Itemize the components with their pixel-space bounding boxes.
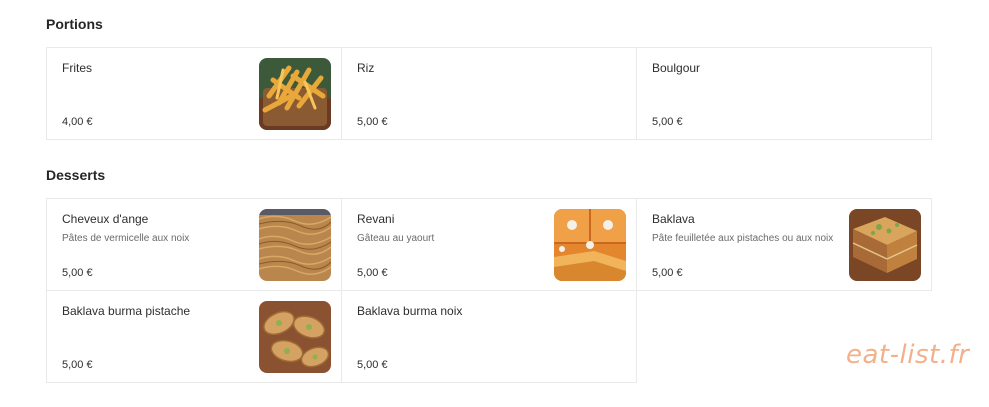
item-name: Baklava burma noix [357,304,463,318]
menu-item-frites[interactable]: Frites 4,00 € [46,47,342,140]
revani-cake-photo [554,209,626,281]
item-price: 5,00 € [652,116,683,128]
burma-baklava-photo [259,301,331,373]
item-price: 5,00 € [62,359,93,371]
menu-item-riz[interactable]: Riz 5,00 € [341,47,637,140]
desserts-grid: Cheveux d'ange Pâtes de vermicelle aux n… [46,198,932,383]
menu-item-revani[interactable]: Revani Gâteau au yaourt 5,00 € [341,198,637,291]
section-title-portions: Portions [46,16,103,32]
item-name: Cheveux d'ange [62,212,149,226]
item-name: Boulgour [652,61,701,75]
item-name: Frites [62,61,92,75]
item-price: 5,00 € [357,116,388,128]
menu-item-cheveux-dange[interactable]: Cheveux d'ange Pâtes de vermicelle aux n… [46,198,342,291]
item-name: Baklava [652,212,695,226]
item-price: 5,00 € [652,267,683,279]
baklava-photo [849,209,921,281]
item-description: Pâte feuilletée aux pistaches ou aux noi… [652,233,834,244]
menu-item-boulgour[interactable]: Boulgour 5,00 € [636,47,932,140]
item-name: Riz [357,61,375,75]
fries-photo [259,58,331,130]
portions-grid: Frites 4,00 € Riz 5,00 € Boulgour 5,00 € [46,47,932,140]
item-description: Pâtes de vermicelle aux noix [62,233,190,244]
menu-item-baklava-burma-pistache[interactable]: Baklava burma pistache 5,00 € [46,290,342,383]
item-price: 4,00 € [62,116,93,128]
item-name: Revani [357,212,395,226]
site-watermark: eat-list.fr [846,340,970,370]
item-price: 5,00 € [357,359,388,371]
section-title-desserts: Desserts [46,167,106,183]
item-price: 5,00 € [357,267,388,279]
kadaif-photo [259,209,331,281]
item-description: Gâteau au yaourt [357,233,435,244]
menu-item-baklava[interactable]: Baklava Pâte feuilletée aux pistaches ou… [636,198,932,291]
item-name: Baklava burma pistache [62,304,191,318]
menu-item-baklava-burma-noix[interactable]: Baklava burma noix 5,00 € [341,290,637,383]
item-price: 5,00 € [62,267,93,279]
